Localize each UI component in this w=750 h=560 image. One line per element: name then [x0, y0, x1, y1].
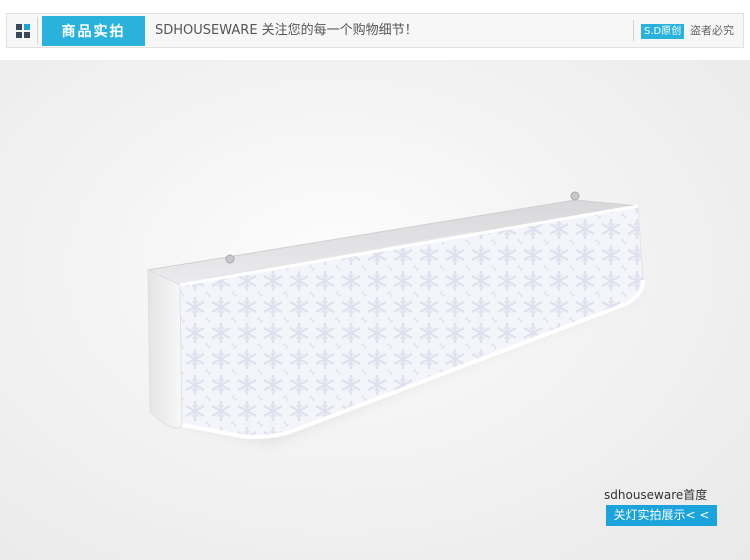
section-title-tab: 商品实拍	[42, 16, 145, 46]
wall-lamp-image	[146, 191, 645, 445]
title-bar: 商品实拍 SDHOUSEWARE 关注您的每一个购物细节！ S.D原创 盗者必究	[6, 13, 744, 48]
lights-off-demo-button[interactable]: 关灯实拍展示< <	[606, 505, 717, 526]
grid-icon	[16, 24, 30, 38]
brand-tagline: SDHOUSEWARE 关注您的每一个购物细节！	[155, 23, 418, 38]
original-badge: S.D原创	[641, 24, 685, 39]
product-photo	[0, 60, 750, 560]
divider	[633, 20, 634, 41]
copyright-warning: 盗者必究	[690, 24, 734, 37]
divider	[37, 17, 38, 44]
page-header: 商品实拍 SDHOUSEWARE 关注您的每一个购物细节！ S.D原创 盗者必究	[0, 0, 750, 60]
brand-caption: sdhouseware首度	[604, 488, 708, 502]
